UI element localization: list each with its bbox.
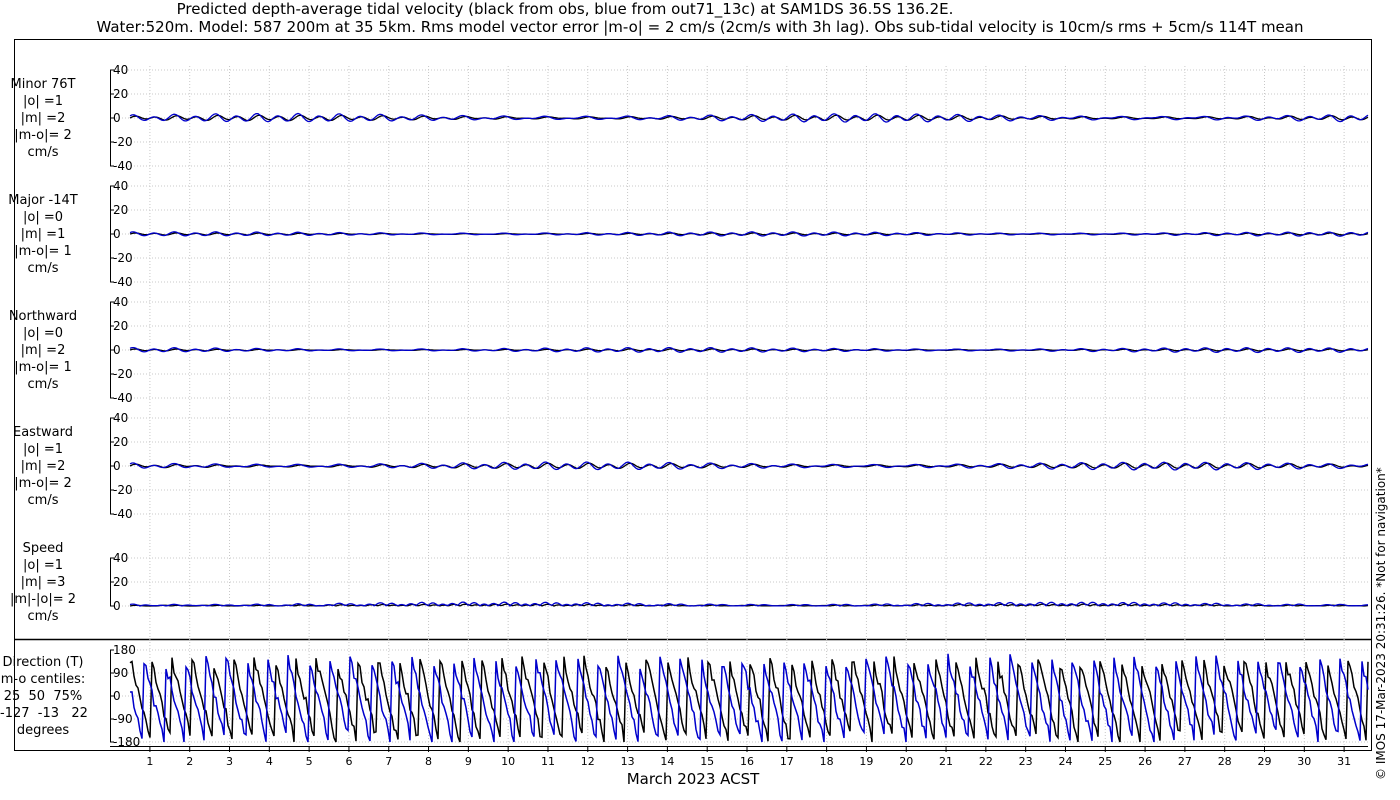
- x-tick-label: 24: [1058, 755, 1072, 768]
- x-tick-label: 3: [226, 755, 233, 768]
- x-tick-label: 30: [1297, 755, 1311, 768]
- copyright-notice: © IMOS 17-Mar-2023 20:31:26. *Not for na…: [1374, 467, 1388, 780]
- x-tick-label: 17: [780, 755, 794, 768]
- series-obs-direction: [129, 655, 1369, 743]
- x-tick-label: 22: [979, 755, 993, 768]
- x-tick-label: 19: [859, 755, 873, 768]
- x-tick-label: 5: [306, 755, 313, 768]
- y-tick-label: 40: [113, 179, 128, 193]
- y-tick-label: 90: [113, 666, 128, 680]
- x-tick-label: 2: [186, 755, 193, 768]
- y-tick-label: 40: [113, 551, 128, 565]
- x-tick-label: 13: [621, 755, 635, 768]
- y-tick-label: 20: [113, 203, 128, 217]
- x-tick-label: 27: [1178, 755, 1192, 768]
- y-tick-label: -40: [113, 507, 133, 521]
- x-tick-label: 20: [899, 755, 913, 768]
- y-tick-label: -20: [113, 367, 133, 381]
- x-axis-label: March 2023 ACST: [626, 770, 760, 788]
- y-tick-label: 20: [113, 87, 128, 101]
- x-tick-label: 11: [541, 755, 555, 768]
- x-tick-label: 8: [425, 755, 432, 768]
- x-tick-label: 10: [501, 755, 515, 768]
- x-tick-label: 7: [385, 755, 392, 768]
- y-tick-label: 20: [113, 435, 128, 449]
- tidal-velocity-chart: 1 2 3 4 5 6 7 8 9 10 11 12 13 14 15 16 17 18 19 20 21 22 23 24 2…: [14, 39, 1372, 768]
- y-tick-label: -40: [113, 159, 133, 173]
- figure-frame: [14, 39, 1372, 751]
- x-tick-label: 29: [1258, 755, 1272, 768]
- y-tick-label: -20: [113, 135, 133, 149]
- x-tick-label: 18: [820, 755, 834, 768]
- y-tick-label: 0: [113, 599, 121, 613]
- x-tick-label: 9: [465, 755, 472, 768]
- x-tick-label: 25: [1098, 755, 1112, 768]
- y-tick-label: 0: [113, 459, 121, 473]
- y-tick-label: 0: [113, 689, 121, 703]
- y-tick-label: -40: [113, 275, 133, 289]
- y-tick-label: 20: [113, 319, 128, 333]
- x-tick-label: 21: [939, 755, 953, 768]
- x-tick-label: 14: [660, 755, 674, 768]
- y-tick-label: 180: [113, 643, 136, 657]
- y-tick-label: 0: [113, 343, 121, 357]
- x-tick-label: 26: [1138, 755, 1152, 768]
- x-tick-label: 12: [581, 755, 595, 768]
- y-tick-label: -20: [113, 251, 133, 265]
- x-tick-label: 6: [345, 755, 352, 768]
- x-tick-label: 1: [146, 755, 153, 768]
- y-tick-label: 0: [113, 111, 121, 125]
- y-tick-label: 40: [113, 411, 128, 425]
- y-tick-label: -90: [113, 712, 133, 726]
- x-tick-label: 28: [1218, 755, 1232, 768]
- y-tick-label: 40: [113, 295, 128, 309]
- x-tick-label: 4: [266, 755, 273, 768]
- y-tick-label: 0: [113, 227, 121, 241]
- y-tick-label: 20: [113, 575, 128, 589]
- x-tick-label: 23: [1019, 755, 1033, 768]
- y-tick-label: -40: [113, 391, 133, 405]
- x-tick-label: 16: [740, 755, 754, 768]
- y-tick-label: -20: [113, 483, 133, 497]
- x-tick-label: 31: [1337, 755, 1351, 768]
- x-tick-label: 15: [700, 755, 714, 768]
- y-tick-label: -180: [113, 735, 140, 749]
- y-tick-label: 40: [113, 63, 128, 77]
